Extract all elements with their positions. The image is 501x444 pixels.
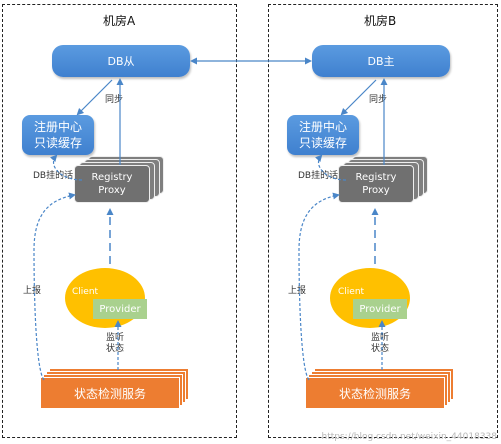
- room-a-report-arrow: [33, 192, 76, 381]
- room-b-report-arrow: [298, 192, 340, 381]
- room-a-fallback-arrow: [50, 154, 83, 181]
- room-a-sync-arrow: [76, 79, 113, 116]
- room-b-fallback-arrow: [315, 154, 347, 181]
- connector-layer: [33, 57, 388, 381]
- watermark: https://blog.csdn.net/weixin_44018338: [321, 432, 497, 442]
- room-b-sync-arrow: [340, 79, 377, 116]
